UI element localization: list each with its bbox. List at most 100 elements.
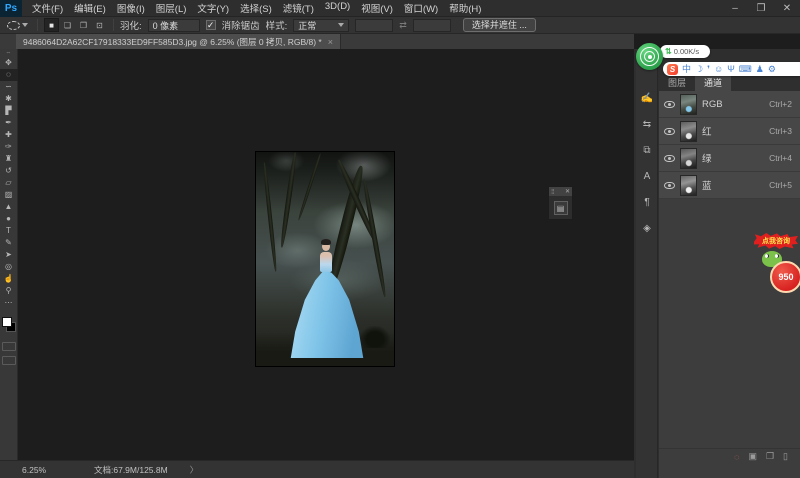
tool-quick-selection[interactable]: ✱: [0, 93, 18, 105]
threed-panel-icon[interactable]: ◈: [636, 215, 658, 241]
delete-channel-icon[interactable]: ▯: [783, 451, 788, 462]
menu-layer[interactable]: 图层(L): [156, 1, 187, 15]
feather-input[interactable]: 0 像素: [147, 18, 200, 32]
sogou-logo-icon[interactable]: S: [667, 63, 678, 75]
soft-keyboard-icon[interactable]: ⌨: [739, 62, 752, 76]
channel-row-blue[interactable]: 蓝 Ctrl+5: [659, 172, 800, 199]
network-speed-ball[interactable]: [636, 43, 663, 70]
canvas-image[interactable]: [256, 152, 394, 366]
document-tab[interactable]: 9486064D2A62CF17918333ED9FF585D3.jpg @ 6…: [16, 34, 341, 49]
paragraph-panel-icon[interactable]: ¶: [636, 189, 658, 215]
punctuation-icon[interactable]: ❜: [707, 62, 710, 76]
quick-mask-button[interactable]: [1, 342, 16, 351]
save-selection-icon[interactable]: ▣: [748, 451, 757, 462]
menu-select[interactable]: 选择(S): [240, 1, 272, 15]
foreground-color-swatch[interactable]: [1, 317, 12, 327]
menu-edit[interactable]: 编辑(E): [74, 1, 106, 15]
tab-channels[interactable]: 通道: [695, 75, 732, 91]
style-select[interactable]: 正常: [293, 18, 350, 32]
voice-input-icon[interactable]: Ψ: [727, 62, 735, 76]
toolbox-icon[interactable]: ⚙: [768, 62, 776, 76]
tool-history-brush[interactable]: ↺: [0, 165, 18, 177]
antialias-checkbox[interactable]: ✓: [205, 20, 216, 30]
tool-lasso[interactable]: ∽: [0, 81, 18, 93]
new-channel-icon[interactable]: ❐: [766, 451, 774, 462]
libraries-panel-icon[interactable]: ⧉: [636, 137, 658, 163]
menu-help[interactable]: 帮助(H): [449, 1, 481, 15]
tool-zoom[interactable]: ⚲: [0, 285, 18, 297]
new-selection-button[interactable]: ■: [44, 18, 59, 32]
visibility-eye-icon[interactable]: [664, 100, 675, 108]
full-half-mode-icon[interactable]: ☽: [695, 62, 703, 76]
collapsed-floating-panel[interactable]: ⣿ ✕ ▤: [548, 186, 573, 220]
close-button[interactable]: ✕: [774, 0, 800, 17]
chinese-mode-icon[interactable]: 中: [682, 62, 691, 76]
tool-more[interactable]: ⋯: [0, 297, 18, 309]
zoom-level-field[interactable]: 6.25%: [22, 465, 66, 475]
tool-path-selection[interactable]: ➤: [0, 249, 18, 261]
speed-dot-icon: [647, 54, 652, 59]
channels-panel-footer: ◌ ▣ ❐ ▯: [659, 448, 800, 464]
restore-button[interactable]: ❐: [748, 0, 774, 17]
visibility-eye-icon[interactable]: [664, 154, 675, 162]
tool-blur[interactable]: ▲: [0, 201, 18, 213]
document-tab-bar: 9486064D2A62CF17918333ED9FF585D3.jpg @ 6…: [0, 34, 634, 49]
subtract-selection-button[interactable]: ❐: [76, 18, 91, 32]
tool-clone-stamp[interactable]: ♜: [0, 153, 18, 165]
channel-row-green[interactable]: 绿 Ctrl+4: [659, 145, 800, 172]
menu-items: 文件(F) 编辑(E) 图像(I) 图层(L) 文字(Y) 选择(S) 滤镜(T…: [32, 1, 481, 15]
ad-badge[interactable]: 950: [770, 261, 800, 293]
channel-row-red[interactable]: 红 Ctrl+3: [659, 118, 800, 145]
tab-close-icon[interactable]: ×: [328, 37, 333, 47]
emoji-icon[interactable]: ☺: [714, 62, 723, 76]
properties-panel-icon[interactable]: ▤: [553, 200, 568, 215]
tab-layers[interactable]: 图层: [659, 75, 695, 91]
tool-gradient[interactable]: ▨: [0, 189, 18, 201]
tool-shape[interactable]: ◎: [0, 261, 18, 273]
menu-filter[interactable]: 滤镜(T): [283, 1, 314, 15]
tool-crop[interactable]: ▛: [0, 105, 18, 117]
channel-shortcut: Ctrl+4: [769, 153, 792, 163]
selection-mode-buttons: ■ ❏ ❐ ⊡: [44, 18, 107, 32]
tool-eraser[interactable]: ▱: [0, 177, 18, 189]
menu-3d[interactable]: 3D(D): [325, 1, 350, 15]
menu-image[interactable]: 图像(I): [117, 1, 145, 15]
color-swatches: [0, 317, 18, 337]
close-icon[interactable]: ✕: [565, 188, 570, 195]
menu-type[interactable]: 文字(Y): [197, 1, 229, 15]
tool-type[interactable]: T: [0, 225, 18, 237]
current-tool-preset[interactable]: [4, 20, 31, 30]
tool-eyedropper[interactable]: ✒: [0, 117, 18, 129]
history-panel-icon[interactable]: ✍: [636, 85, 658, 111]
add-selection-button[interactable]: ❏: [60, 18, 75, 32]
menu-view[interactable]: 视图(V): [361, 1, 393, 15]
menu-window[interactable]: 窗口(W): [404, 1, 438, 15]
select-and-mask-button[interactable]: 选择并遮住 ...: [462, 18, 536, 32]
channel-row-rgb[interactable]: RGB Ctrl+2: [659, 91, 800, 118]
character-panel-icon[interactable]: A: [636, 163, 658, 189]
status-menu-chevron[interactable]: 〉: [190, 464, 199, 476]
tool-pen[interactable]: ✎: [0, 237, 18, 249]
tool-hand[interactable]: ☝: [0, 273, 18, 285]
ad-mascot[interactable]: 点我咨询 950: [754, 233, 800, 311]
tool-spot-healing[interactable]: ✚: [0, 129, 18, 141]
skin-icon[interactable]: ♟: [756, 62, 764, 76]
minimize-button[interactable]: –: [722, 0, 748, 17]
adjustments-panel-icon[interactable]: ⇆: [636, 111, 658, 137]
channel-thumbnail: [680, 147, 697, 169]
canvas-pasteboard[interactable]: ⣿ ✕ ▤: [18, 49, 634, 460]
load-selection-icon[interactable]: ◌: [734, 452, 739, 462]
tool-brush[interactable]: ✑: [0, 141, 18, 153]
intersect-selection-button[interactable]: ⊡: [92, 18, 107, 32]
visibility-eye-icon[interactable]: [664, 181, 675, 189]
tool-dodge[interactable]: ●: [0, 213, 18, 225]
tool-move[interactable]: ✥: [0, 57, 18, 69]
tools-collapse-icon[interactable]: ⇔: [0, 49, 17, 57]
ad-speech-bubble[interactable]: 点我咨询: [754, 233, 798, 249]
channel-thumbnail: [680, 174, 697, 196]
menu-file[interactable]: 文件(F): [32, 1, 63, 15]
tool-ellipse-marquee[interactable]: ◌: [0, 69, 18, 81]
floating-panel-header[interactable]: ⣿ ✕: [549, 187, 572, 196]
visibility-eye-icon[interactable]: [664, 127, 675, 135]
screen-mode-button[interactable]: [1, 356, 16, 365]
